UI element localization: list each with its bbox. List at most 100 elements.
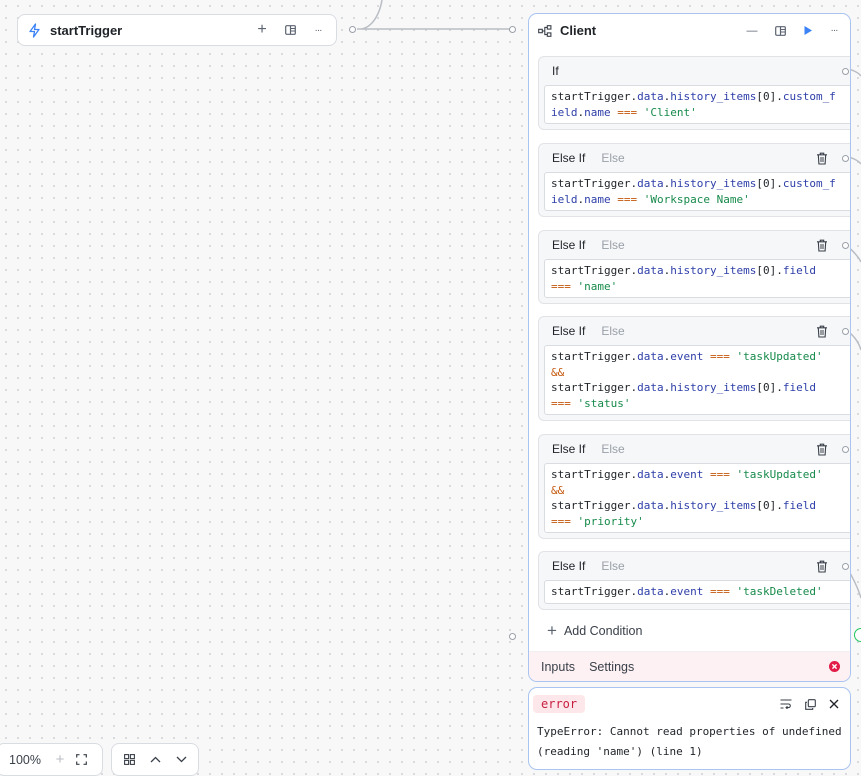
client-node[interactable]: Client — ··· If startTrigger.data.history… [528, 13, 851, 682]
code-token: 'taskUpdated' [736, 350, 823, 363]
error-badge: error [533, 695, 586, 713]
code-token: === [551, 514, 571, 528]
code-line: startTrigger.data.history_items[0].custo… [551, 176, 845, 192]
condition-expression-editor[interactable]: startTrigger.data.event === 'taskDeleted… [544, 580, 850, 604]
client-node-header: Client — ··· [529, 14, 850, 47]
trash-icon [817, 152, 827, 165]
chevron-down-icon [176, 756, 186, 763]
panel-toggle-button[interactable] [770, 21, 790, 41]
start-trigger-title: startTrigger [50, 22, 123, 38]
code-token: === [617, 192, 638, 206]
condition-expression-editor[interactable]: startTrigger.data.history_items[0].field… [544, 259, 850, 298]
client-input-port[interactable] [509, 26, 516, 33]
tab-settings[interactable]: Settings [589, 660, 634, 674]
zoom-in-button[interactable]: + [53, 750, 67, 770]
condition-output-port[interactable] [842, 241, 849, 249]
client-bottom-port[interactable] [509, 633, 516, 640]
close-button[interactable] [824, 694, 844, 714]
delete-condition-button[interactable] [816, 443, 828, 456]
condition-type-label[interactable]: Else If [552, 151, 585, 165]
copy-button[interactable] [800, 694, 820, 714]
else-toggle[interactable]: Else [601, 151, 624, 165]
offscreen-node-handle[interactable] [854, 628, 861, 642]
panel-toggle-button[interactable] [280, 20, 300, 40]
code-line: ield.name === 'Workspace Name' [551, 192, 845, 208]
code-token: data [637, 90, 664, 103]
next-node-button[interactable] [171, 750, 191, 770]
code-line: startTrigger.data.event === 'taskDeleted… [551, 584, 845, 600]
code-token: 'Client' [643, 105, 697, 119]
code-token: name [584, 105, 611, 119]
start-trigger-node[interactable]: startTrigger + ··· [17, 14, 337, 46]
more-options-button[interactable]: ··· [308, 20, 328, 40]
add-condition-button[interactable]: + Add Condition [547, 621, 642, 640]
minimize-button[interactable]: — [742, 21, 762, 41]
zoom-level[interactable]: 100% [9, 753, 41, 767]
delete-condition-button[interactable] [816, 152, 828, 165]
code-token: [ [756, 264, 763, 277]
condition-output-port[interactable] [842, 67, 849, 75]
condition-expression-editor[interactable]: startTrigger.data.history_items[0].custo… [544, 85, 850, 124]
condition-output-port[interactable] [842, 445, 849, 453]
condition-card: Else If Else startTrigger.data.event === '… [538, 316, 850, 421]
code-token: 0 [762, 90, 770, 103]
else-toggle[interactable]: Else [601, 238, 624, 252]
node-footer-tabs: Inputs Settings [529, 651, 850, 681]
code-token: [ [756, 381, 763, 394]
branch-icon [538, 24, 552, 37]
code-token: history_items [670, 90, 757, 103]
condition-expression-editor[interactable]: startTrigger.data.history_items[0].custo… [544, 172, 850, 211]
error-status-icon [829, 661, 840, 672]
code-token: ]. [769, 499, 783, 512]
trash-icon [817, 239, 827, 252]
code-token: ]. [769, 264, 783, 277]
code-token: startTrigger [551, 350, 631, 363]
previous-node-button[interactable] [145, 750, 165, 770]
condition-type-label[interactable]: Else If [552, 442, 585, 456]
delete-condition-button[interactable] [816, 239, 828, 252]
code-token: && [551, 483, 565, 497]
code-token: 0 [762, 381, 770, 394]
condition-type-label[interactable]: Else If [552, 238, 585, 252]
code-token: === [551, 396, 571, 410]
panel-icon [284, 25, 296, 35]
code-token: 0 [762, 264, 770, 277]
add-step-button[interactable]: + [252, 20, 272, 40]
start-trigger-output-port[interactable] [349, 26, 356, 33]
condition-output-port[interactable] [842, 154, 849, 162]
fit-view-button[interactable] [75, 750, 89, 770]
else-toggle[interactable]: Else [601, 559, 624, 573]
trash-icon [817, 443, 827, 456]
layout-grid-button[interactable] [119, 750, 139, 770]
condition-type-label[interactable]: Else If [552, 324, 585, 338]
code-token: 'status' [577, 396, 631, 410]
condition-expression-editor[interactable]: startTrigger.data.event === 'taskUpdated… [544, 345, 850, 415]
condition-type-label[interactable]: Else If [552, 559, 585, 573]
condition-output-port[interactable] [842, 327, 849, 335]
more-options-button[interactable]: ··· [824, 21, 844, 41]
code-token: === [617, 105, 638, 119]
code-token: data [637, 381, 664, 394]
run-button[interactable] [798, 21, 818, 41]
code-token: startTrigger [551, 264, 631, 277]
code-token: custom_f [782, 177, 836, 190]
trash-icon [817, 325, 827, 338]
code-token: 'taskDeleted' [736, 585, 823, 598]
code-token: name [584, 192, 611, 206]
code-token: [ [756, 90, 763, 103]
condition-expression-editor[interactable]: startTrigger.data.event === 'taskUpdated… [544, 463, 850, 533]
wrap-lines-button[interactable] [776, 694, 796, 714]
client-node-title: Client [560, 23, 597, 38]
tab-inputs[interactable]: Inputs [541, 660, 575, 674]
panel-icon [774, 25, 786, 36]
condition-output-port[interactable] [842, 562, 849, 570]
condition-type-label[interactable]: If [552, 64, 559, 78]
else-toggle[interactable]: Else [601, 442, 624, 456]
code-token: startTrigger [551, 499, 631, 512]
else-toggle[interactable]: Else [601, 324, 624, 338]
code-token: [ [756, 499, 763, 512]
delete-condition-button[interactable] [816, 560, 828, 573]
plus-icon: + [547, 621, 557, 640]
delete-condition-button[interactable] [816, 325, 828, 338]
